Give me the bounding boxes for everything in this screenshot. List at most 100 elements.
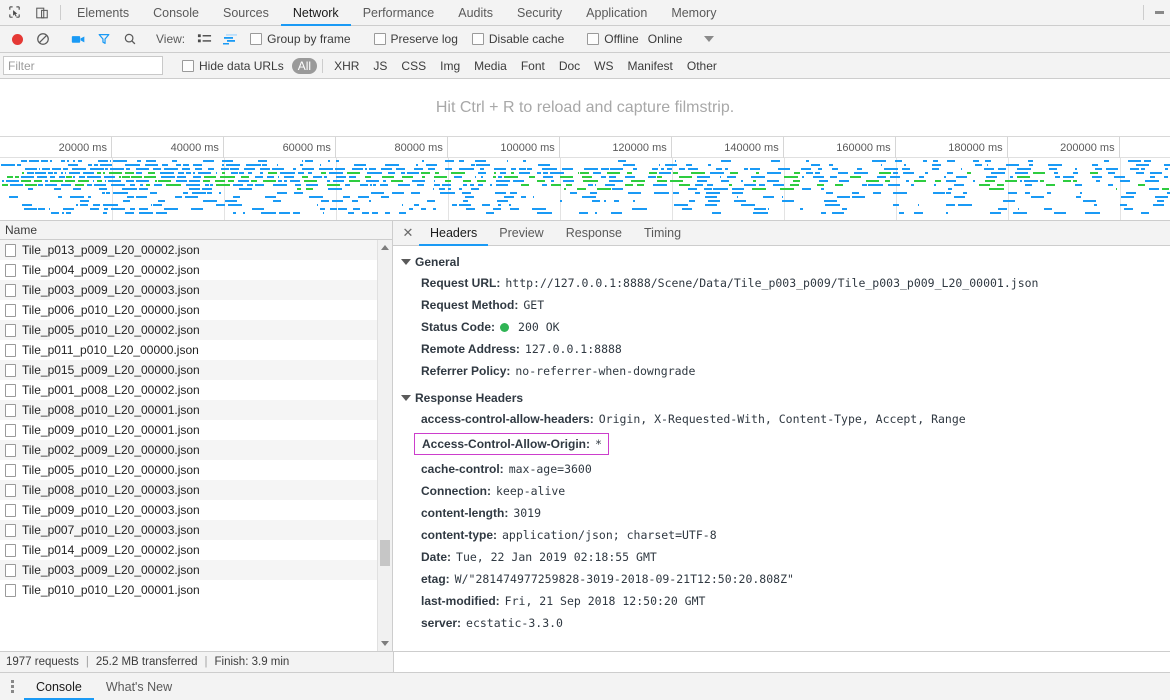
filter-type-img[interactable]: Img [434,58,466,74]
request-row[interactable]: Tile_p005_p010_L20_00000.json [0,460,392,480]
offline-checkbox[interactable]: Offline [580,32,645,46]
tab-sources[interactable]: Sources [211,0,281,25]
request-rows[interactable]: Tile_p013_p009_L20_00002.json Tile_p004_p… [0,240,392,651]
filter-type-css[interactable]: CSS [395,58,432,74]
chevron-down-icon[interactable] [704,36,715,42]
response-headers-section-header[interactable]: Response Headers [393,388,1170,408]
header-key: Connection: [421,484,491,498]
more-options-icon[interactable] [1148,0,1170,25]
tab-audits[interactable]: Audits [446,0,505,25]
inspect-element-icon[interactable] [0,0,28,25]
overview-request-bar [61,212,64,214]
overview-request-bar [122,188,138,190]
scrollbar-thumb[interactable] [380,540,390,566]
overview-request-bar [327,184,341,186]
request-row[interactable]: Tile_p002_p009_L20_00000.json [0,440,392,460]
filter-type-media[interactable]: Media [468,58,513,74]
tab-memory[interactable]: Memory [659,0,728,25]
hide-data-urls-checkbox[interactable]: Hide data URLs [175,59,291,73]
tab-network[interactable]: Network [280,0,351,26]
overview-request-bar [422,160,424,162]
drawer-tab-console[interactable]: Console [24,673,94,700]
request-row[interactable]: Tile_p015_p009_L20_00000.json [0,360,392,380]
details-tab-preview[interactable]: Preview [488,221,554,245]
tab-security[interactable]: Security [505,0,574,25]
tab-console[interactable]: Console [141,0,211,25]
list-view-icon[interactable] [191,26,217,52]
filter-type-font[interactable]: Font [515,58,551,74]
filter-type-manifest[interactable]: Manifest [622,58,679,74]
network-overview[interactable]: 20000 ms 40000 ms 60000 ms 80000 ms 100000 m… [0,137,1170,221]
filter-type-js[interactable]: JS [367,58,393,74]
overview-request-bar [831,212,844,214]
filter-funnel-icon[interactable] [91,26,117,52]
filter-type-xhr[interactable]: XHR [328,58,365,74]
tab-performance[interactable]: Performance [351,0,447,25]
request-row[interactable]: Tile_p009_p010_L20_00003.json [0,500,392,520]
overview-request-bar [1076,196,1082,198]
overview-request-bar [493,176,497,178]
overview-request-bar [203,160,215,162]
filter-type-ws[interactable]: WS [588,58,619,74]
details-tab-timing[interactable]: Timing [633,221,692,245]
request-list-header[interactable]: Name [0,221,392,240]
drawer-more-icon[interactable] [0,673,24,700]
waterfall-view-icon[interactable] [217,26,243,52]
request-row[interactable]: Tile_p008_p010_L20_00001.json [0,400,392,420]
overview-request-bar [678,184,690,186]
request-row[interactable]: Tile_p003_p009_L20_00002.json [0,560,392,580]
request-list-scrollbar[interactable] [377,240,392,651]
request-row[interactable]: Tile_p009_p010_L20_00001.json [0,420,392,440]
overview-request-bar [108,172,122,174]
overview-request-bar [368,200,371,202]
group-by-frame-checkbox[interactable]: Group by frame [243,32,357,46]
filter-bar: Hide data URLs All XHRJSCSSImgMediaFontDo… [0,53,1170,79]
scroll-down-arrow-icon[interactable] [381,641,389,646]
throttling-select[interactable]: Online [646,32,683,46]
overview-request-bar [177,176,187,178]
request-row[interactable]: Tile_p008_p010_L20_00003.json [0,480,392,500]
overview-request-bar [589,192,597,194]
request-row[interactable]: Tile_p014_p009_L20_00002.json [0,540,392,560]
search-icon[interactable] [117,26,143,52]
scroll-up-arrow-icon[interactable] [381,245,389,250]
tab-elements[interactable]: Elements [65,0,141,25]
filter-type-doc[interactable]: Doc [553,58,586,74]
filter-type-other[interactable]: Other [681,58,723,74]
general-section-header[interactable]: General [393,252,1170,272]
tab-application[interactable]: Application [574,0,659,25]
overview-request-bar [633,200,636,202]
details-tab-headers[interactable]: Headers [419,221,489,246]
device-toolbar-icon[interactable] [28,0,56,25]
request-row[interactable]: Tile_p004_p009_L20_00002.json [0,260,392,280]
request-row-name: Tile_p008_p010_L20_00003.json [22,483,200,497]
overview-request-bar [1017,176,1031,178]
overview-request-bar [985,160,992,162]
overview-request-bar [110,184,125,186]
overview-request-bar [659,172,672,174]
request-row[interactable]: Tile_p010_p010_L20_00001.json [0,580,392,600]
camera-filmstrip-icon[interactable] [65,26,91,52]
overview-request-bar [802,188,812,190]
clear-button-icon[interactable] [30,26,56,52]
disable-cache-checkbox[interactable]: Disable cache [465,32,571,46]
header-row: cache-control: max-age=3600 [393,458,1170,480]
request-row[interactable]: Tile_p001_p008_L20_00002.json [0,380,392,400]
request-row[interactable]: Tile_p003_p009_L20_00003.json [0,280,392,300]
overview-request-bar [922,160,927,162]
request-row[interactable]: Tile_p006_p010_L20_00000.json [0,300,392,320]
preserve-log-checkbox[interactable]: Preserve log [367,32,465,46]
drawer-tab-what-s-new[interactable]: What's New [94,673,184,700]
overview-request-bar [708,164,712,166]
request-row[interactable]: Tile_p007_p010_L20_00003.json [0,520,392,540]
overview-request-bar [946,192,952,194]
filter-input[interactable] [3,56,163,75]
filter-type-all[interactable]: All [291,57,318,74]
overview-request-bar [475,164,490,166]
request-row[interactable]: Tile_p005_p010_L20_00002.json [0,320,392,340]
details-tab-response[interactable]: Response [555,221,633,245]
record-button-icon[interactable] [4,26,30,52]
request-row[interactable]: Tile_p011_p010_L20_00000.json [0,340,392,360]
close-icon[interactable]: ✕ [397,221,419,245]
request-row[interactable]: Tile_p013_p009_L20_00002.json [0,240,392,260]
